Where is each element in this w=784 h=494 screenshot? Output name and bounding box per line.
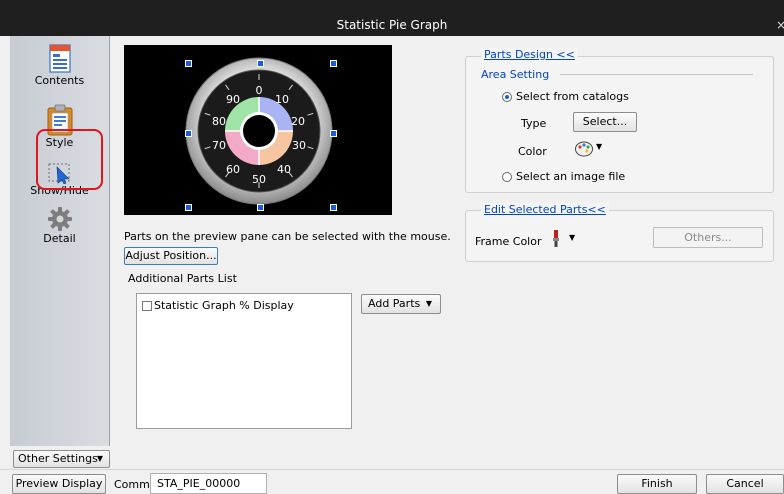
add-parts-button[interactable]: Add Parts ▼ [361, 294, 441, 314]
dial-number: 20 [291, 115, 305, 128]
chevron-down-icon: ▼ [96, 454, 103, 463]
radio-label: Select an image file [516, 170, 626, 183]
gear-icon [47, 207, 72, 231]
preview-hint: Parts on the preview pane can be selecte… [124, 230, 451, 243]
other-settings-button[interactable]: Other Settings ▼ [13, 450, 110, 468]
color-label: Color [518, 145, 547, 158]
sidebar: Contents Style Show/Hide Detail [10, 36, 110, 446]
bottom-bar: Preview Display Comm STA_PIE_00000 Finis… [0, 469, 784, 494]
additional-parts-list[interactable]: Statistic Graph % Display [136, 293, 352, 429]
dial-number: 0 [256, 84, 263, 97]
contents-icon [48, 44, 71, 73]
dial-number: 90 [226, 93, 240, 106]
selection-handle[interactable] [185, 204, 192, 211]
style-highlight-box [36, 129, 103, 190]
frame-color-picker[interactable]: ▼ [545, 228, 577, 250]
dial-number: 60 [226, 163, 240, 176]
close-icon[interactable]: × [776, 18, 784, 32]
pie-graph-preview[interactable]: 0 10 20 30 40 50 60 70 80 90 [124, 45, 392, 215]
select-button[interactable]: Select... [573, 112, 637, 132]
preview-display-button[interactable]: Preview Display [12, 474, 106, 494]
area-setting-divider [560, 74, 753, 75]
list-item[interactable]: Statistic Graph % Display [142, 299, 294, 312]
dial-number: 80 [212, 115, 226, 128]
add-parts-label: Add Parts [368, 297, 421, 310]
checkbox[interactable] [142, 301, 152, 311]
finish-button[interactable]: Finish [617, 474, 697, 494]
selection-handle[interactable] [185, 60, 192, 67]
sidebar-item-contents[interactable]: Contents [10, 44, 109, 87]
additional-parts-title: Additional Parts List [128, 272, 237, 285]
others-button[interactable]: Others... [653, 227, 763, 248]
dial-number: 30 [292, 139, 306, 152]
selection-handle[interactable] [185, 130, 192, 137]
preview-pane[interactable]: 0 10 20 30 40 50 60 70 80 90 [124, 45, 392, 215]
selection-handle[interactable] [330, 204, 337, 211]
comm-label: Comm [114, 478, 150, 491]
dial-number: 10 [275, 93, 289, 106]
type-label: Type [521, 117, 547, 130]
area-setting-title: Area Setting [481, 68, 550, 81]
palette-icon [575, 141, 593, 157]
color-picker[interactable]: ▼ [572, 138, 604, 160]
adjust-position-button[interactable]: Adjust Position... [124, 247, 218, 265]
frame-color-label: Frame Color [475, 235, 542, 248]
edit-selected-parts-link[interactable]: Edit Selected Parts<< [481, 203, 609, 216]
chevron-down-icon[interactable]: ▼ [569, 233, 575, 242]
parts-design-link[interactable]: Parts Design << [481, 48, 578, 61]
sidebar-item-label: Detail [43, 232, 76, 245]
selection-handle[interactable] [257, 60, 264, 67]
selection-handle[interactable] [257, 204, 264, 211]
dial-number: 70 [212, 139, 226, 152]
radio-button[interactable] [502, 92, 512, 102]
window-title: Statistic Pie Graph [336, 18, 448, 32]
other-settings-label: Other Settings [18, 452, 98, 465]
sidebar-item-detail[interactable]: Detail [10, 206, 109, 245]
cancel-button[interactable]: Cancel [706, 474, 784, 494]
chevron-down-icon: ▼ [425, 299, 432, 308]
radio-label: Select from catalogs [516, 90, 629, 103]
title-bar: Statistic Pie Graph × [0, 0, 784, 36]
sidebar-item-label: Contents [34, 74, 85, 87]
paint-brush-icon [553, 230, 559, 247]
list-item-label: Statistic Graph % Display [154, 299, 294, 312]
radio-select-image-file[interactable]: Select an image file [502, 170, 625, 183]
radio-button[interactable] [502, 172, 512, 182]
dial-number: 40 [277, 163, 291, 176]
selection-handle[interactable] [330, 130, 337, 137]
radio-select-from-catalogs[interactable]: Select from catalogs [502, 90, 629, 103]
chevron-down-icon[interactable]: ▼ [596, 142, 602, 151]
comm-field[interactable]: STA_PIE_00000 [150, 473, 267, 494]
selection-handle[interactable] [330, 60, 337, 67]
dial-number: 50 [252, 173, 266, 186]
